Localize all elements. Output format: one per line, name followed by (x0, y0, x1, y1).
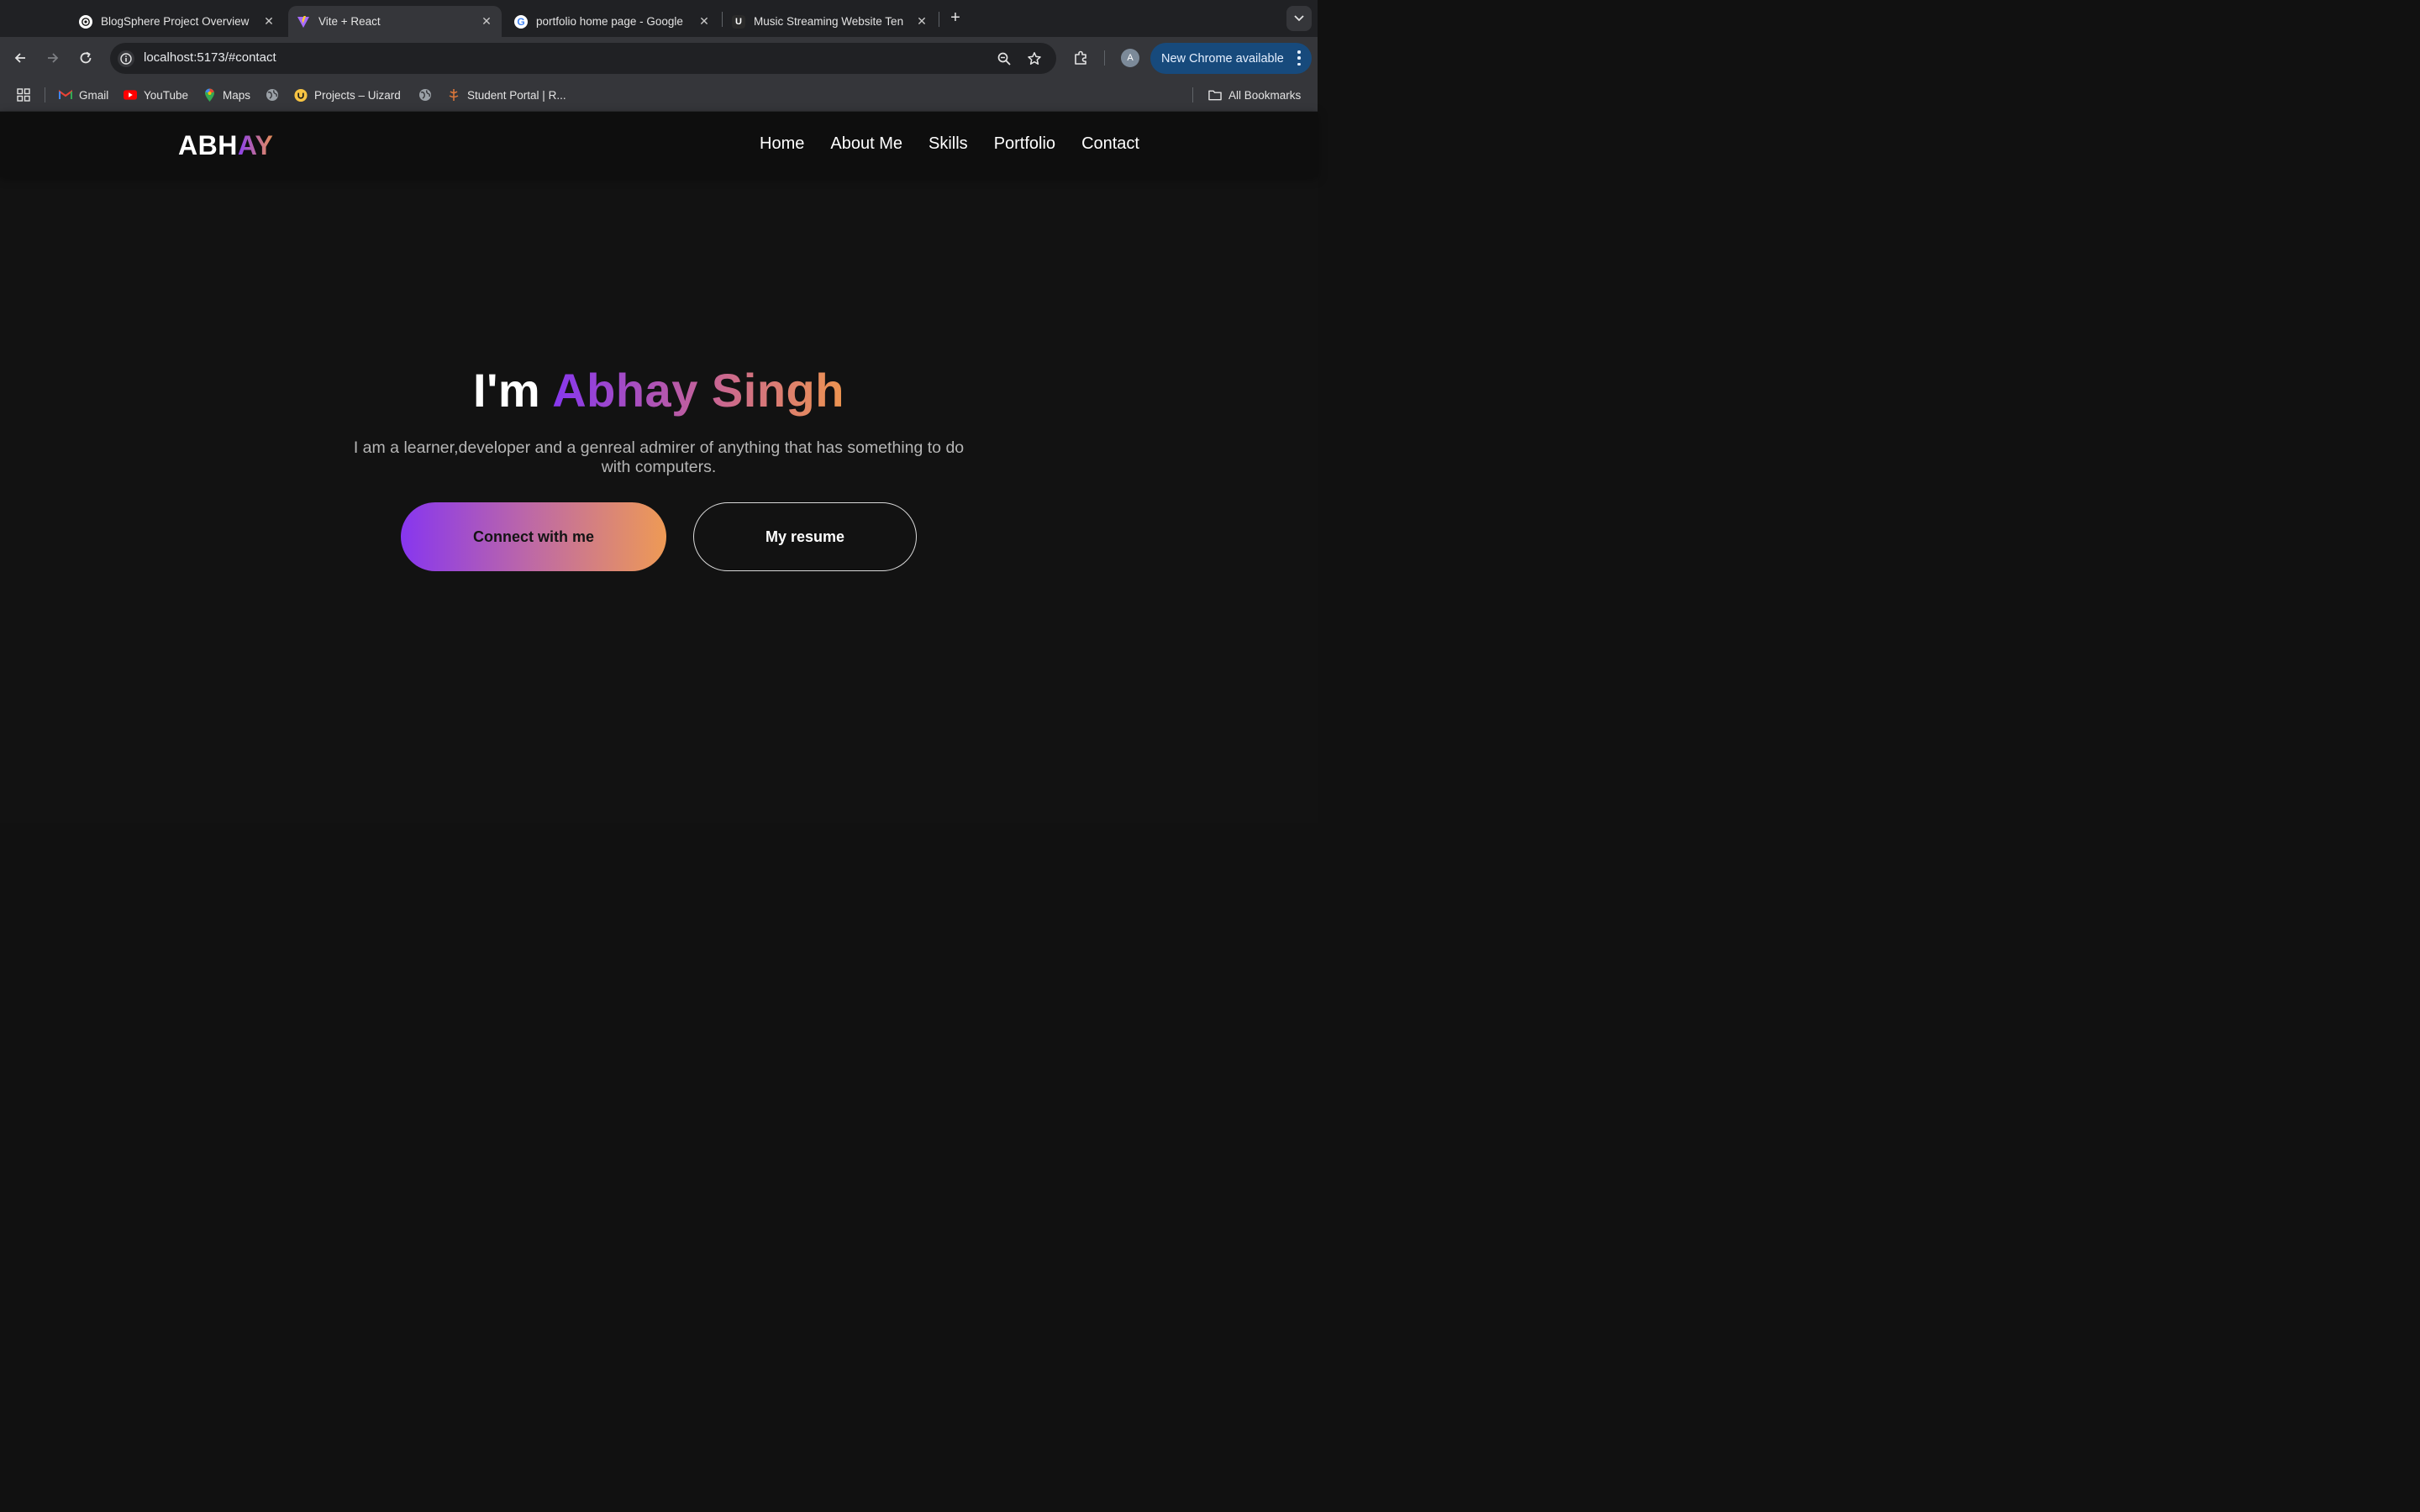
student-portal-icon (447, 88, 460, 102)
connect-with-me-button[interactable]: Connect with me (401, 502, 666, 571)
hero-name: Abhay Singh (552, 364, 844, 417)
bookmarks-bar: Gmail YouTube Maps Projects – Uizard Stu (0, 79, 1318, 112)
uizard-icon (294, 88, 308, 102)
close-tab-icon[interactable]: ✕ (480, 14, 493, 29)
site-nav: Home About Me Skills Portfolio Contact (760, 134, 1139, 154)
more-options-icon[interactable] (1297, 50, 1302, 66)
tab-strip: BlogSphere Project Overview ✕ Vite + Rea… (0, 0, 1318, 37)
bookmark-star-icon[interactable] (1026, 50, 1043, 67)
bookmark-globe-2[interactable] (418, 87, 439, 103)
url-text[interactable]: localhost:5173/#contact (144, 50, 276, 65)
reload-icon (80, 51, 92, 64)
resume-button-label: My resume (765, 528, 845, 545)
uizard-icon: U (732, 14, 745, 29)
web-page: ABHAY Home About Me Skills Portfolio Con… (0, 112, 1318, 823)
site-logo[interactable]: ABHAY (178, 130, 273, 161)
hero-title: I'm Abhay Singh (0, 363, 1318, 417)
arrow-left-icon (14, 53, 25, 63)
chatgpt-icon (79, 14, 92, 29)
tab-google-search[interactable]: G portfolio home page - Google ✕ (506, 6, 719, 37)
apps-button[interactable] (17, 87, 30, 103)
forward-button[interactable] (43, 48, 63, 68)
tab-music-streaming[interactable]: U Music Streaming Website Ten ✕ (723, 6, 937, 37)
update-label: New Chrome available (1161, 51, 1284, 66)
nav-about-me[interactable]: About Me (830, 134, 902, 154)
close-tab-icon[interactable]: ✕ (262, 14, 276, 29)
bookmark-youtube[interactable]: YouTube (124, 87, 188, 103)
close-tab-icon[interactable]: ✕ (915, 14, 929, 29)
site-info-icon[interactable] (118, 50, 134, 67)
bookmark-globe-1[interactable] (266, 87, 286, 103)
nav-home[interactable]: Home (760, 134, 804, 154)
puzzle-icon (1075, 50, 1086, 65)
tab-separator (722, 12, 723, 27)
hero-greeting: I'm (473, 364, 553, 417)
bookmark-projects-uizard[interactable]: Projects – Uizard (294, 87, 401, 103)
gmail-icon (59, 88, 72, 102)
bookmark-label: Gmail (79, 88, 109, 102)
bookmark-label: Maps (223, 88, 251, 102)
hero-subtitle: I am a learner,developer and a genreal a… (353, 438, 965, 476)
bookmark-label: All Bookmarks (1228, 88, 1302, 102)
bookmark-gmail[interactable]: Gmail (59, 87, 108, 103)
vite-icon (297, 15, 310, 29)
bookmark-maps[interactable]: Maps (203, 87, 250, 103)
tab-title: portfolio home page - Google (536, 15, 683, 28)
address-bar[interactable]: localhost:5173/#contact (110, 43, 1056, 74)
bookmark-separator (1192, 87, 1193, 102)
my-resume-button[interactable]: My resume (693, 502, 917, 571)
tab-title: Music Streaming Website Ten (754, 15, 904, 28)
bookmark-label: Student Portal | R... (467, 88, 566, 102)
globe-icon (266, 88, 279, 102)
chevron-down-icon (1294, 15, 1304, 22)
nav-portfolio[interactable]: Portfolio (994, 134, 1055, 154)
arrow-right-icon (48, 53, 59, 63)
new-chrome-available-button[interactable]: New Chrome available (1150, 43, 1312, 74)
all-bookmarks-button[interactable]: All Bookmarks (1208, 87, 1301, 103)
apps-grid-icon (17, 88, 30, 102)
logo-text-accent: AY (237, 130, 274, 160)
zoom-icon[interactable] (996, 50, 1013, 67)
connect-button-label: Connect with me (472, 528, 594, 545)
google-icon: G (514, 14, 528, 29)
globe-icon (418, 88, 432, 102)
profile-avatar[interactable]: A (1121, 49, 1139, 67)
tab-title: Vite + React (318, 15, 381, 28)
nav-contact[interactable]: Contact (1081, 134, 1139, 154)
tab-search-button[interactable] (1286, 6, 1312, 31)
tab-vite-react[interactable]: Vite + React ✕ (288, 6, 502, 37)
logo-text-plain: ABH (178, 130, 238, 160)
tab-title: BlogSphere Project Overview (101, 15, 250, 28)
maps-icon (203, 88, 216, 102)
reload-button[interactable] (76, 48, 96, 68)
youtube-icon (124, 88, 137, 102)
bookmark-label: Projects – Uizard (314, 88, 401, 102)
folder-icon (1208, 88, 1222, 102)
toolbar-separator (1104, 50, 1105, 66)
nav-skills[interactable]: Skills (929, 134, 968, 154)
site-header: ABHAY Home About Me Skills Portfolio Con… (0, 112, 1318, 177)
new-tab-button[interactable]: + (946, 9, 965, 28)
browser-toolbar: localhost:5173/#contact A New Chrome ava… (0, 37, 1318, 79)
back-button[interactable] (10, 48, 30, 68)
extensions-button[interactable] (1071, 48, 1091, 68)
bookmark-label: YouTube (144, 88, 189, 102)
tab-blogsphere[interactable]: BlogSphere Project Overview ✕ (71, 6, 284, 37)
close-tab-icon[interactable]: ✕ (697, 14, 711, 29)
bookmark-student-portal[interactable]: Student Portal | R... (447, 87, 566, 103)
